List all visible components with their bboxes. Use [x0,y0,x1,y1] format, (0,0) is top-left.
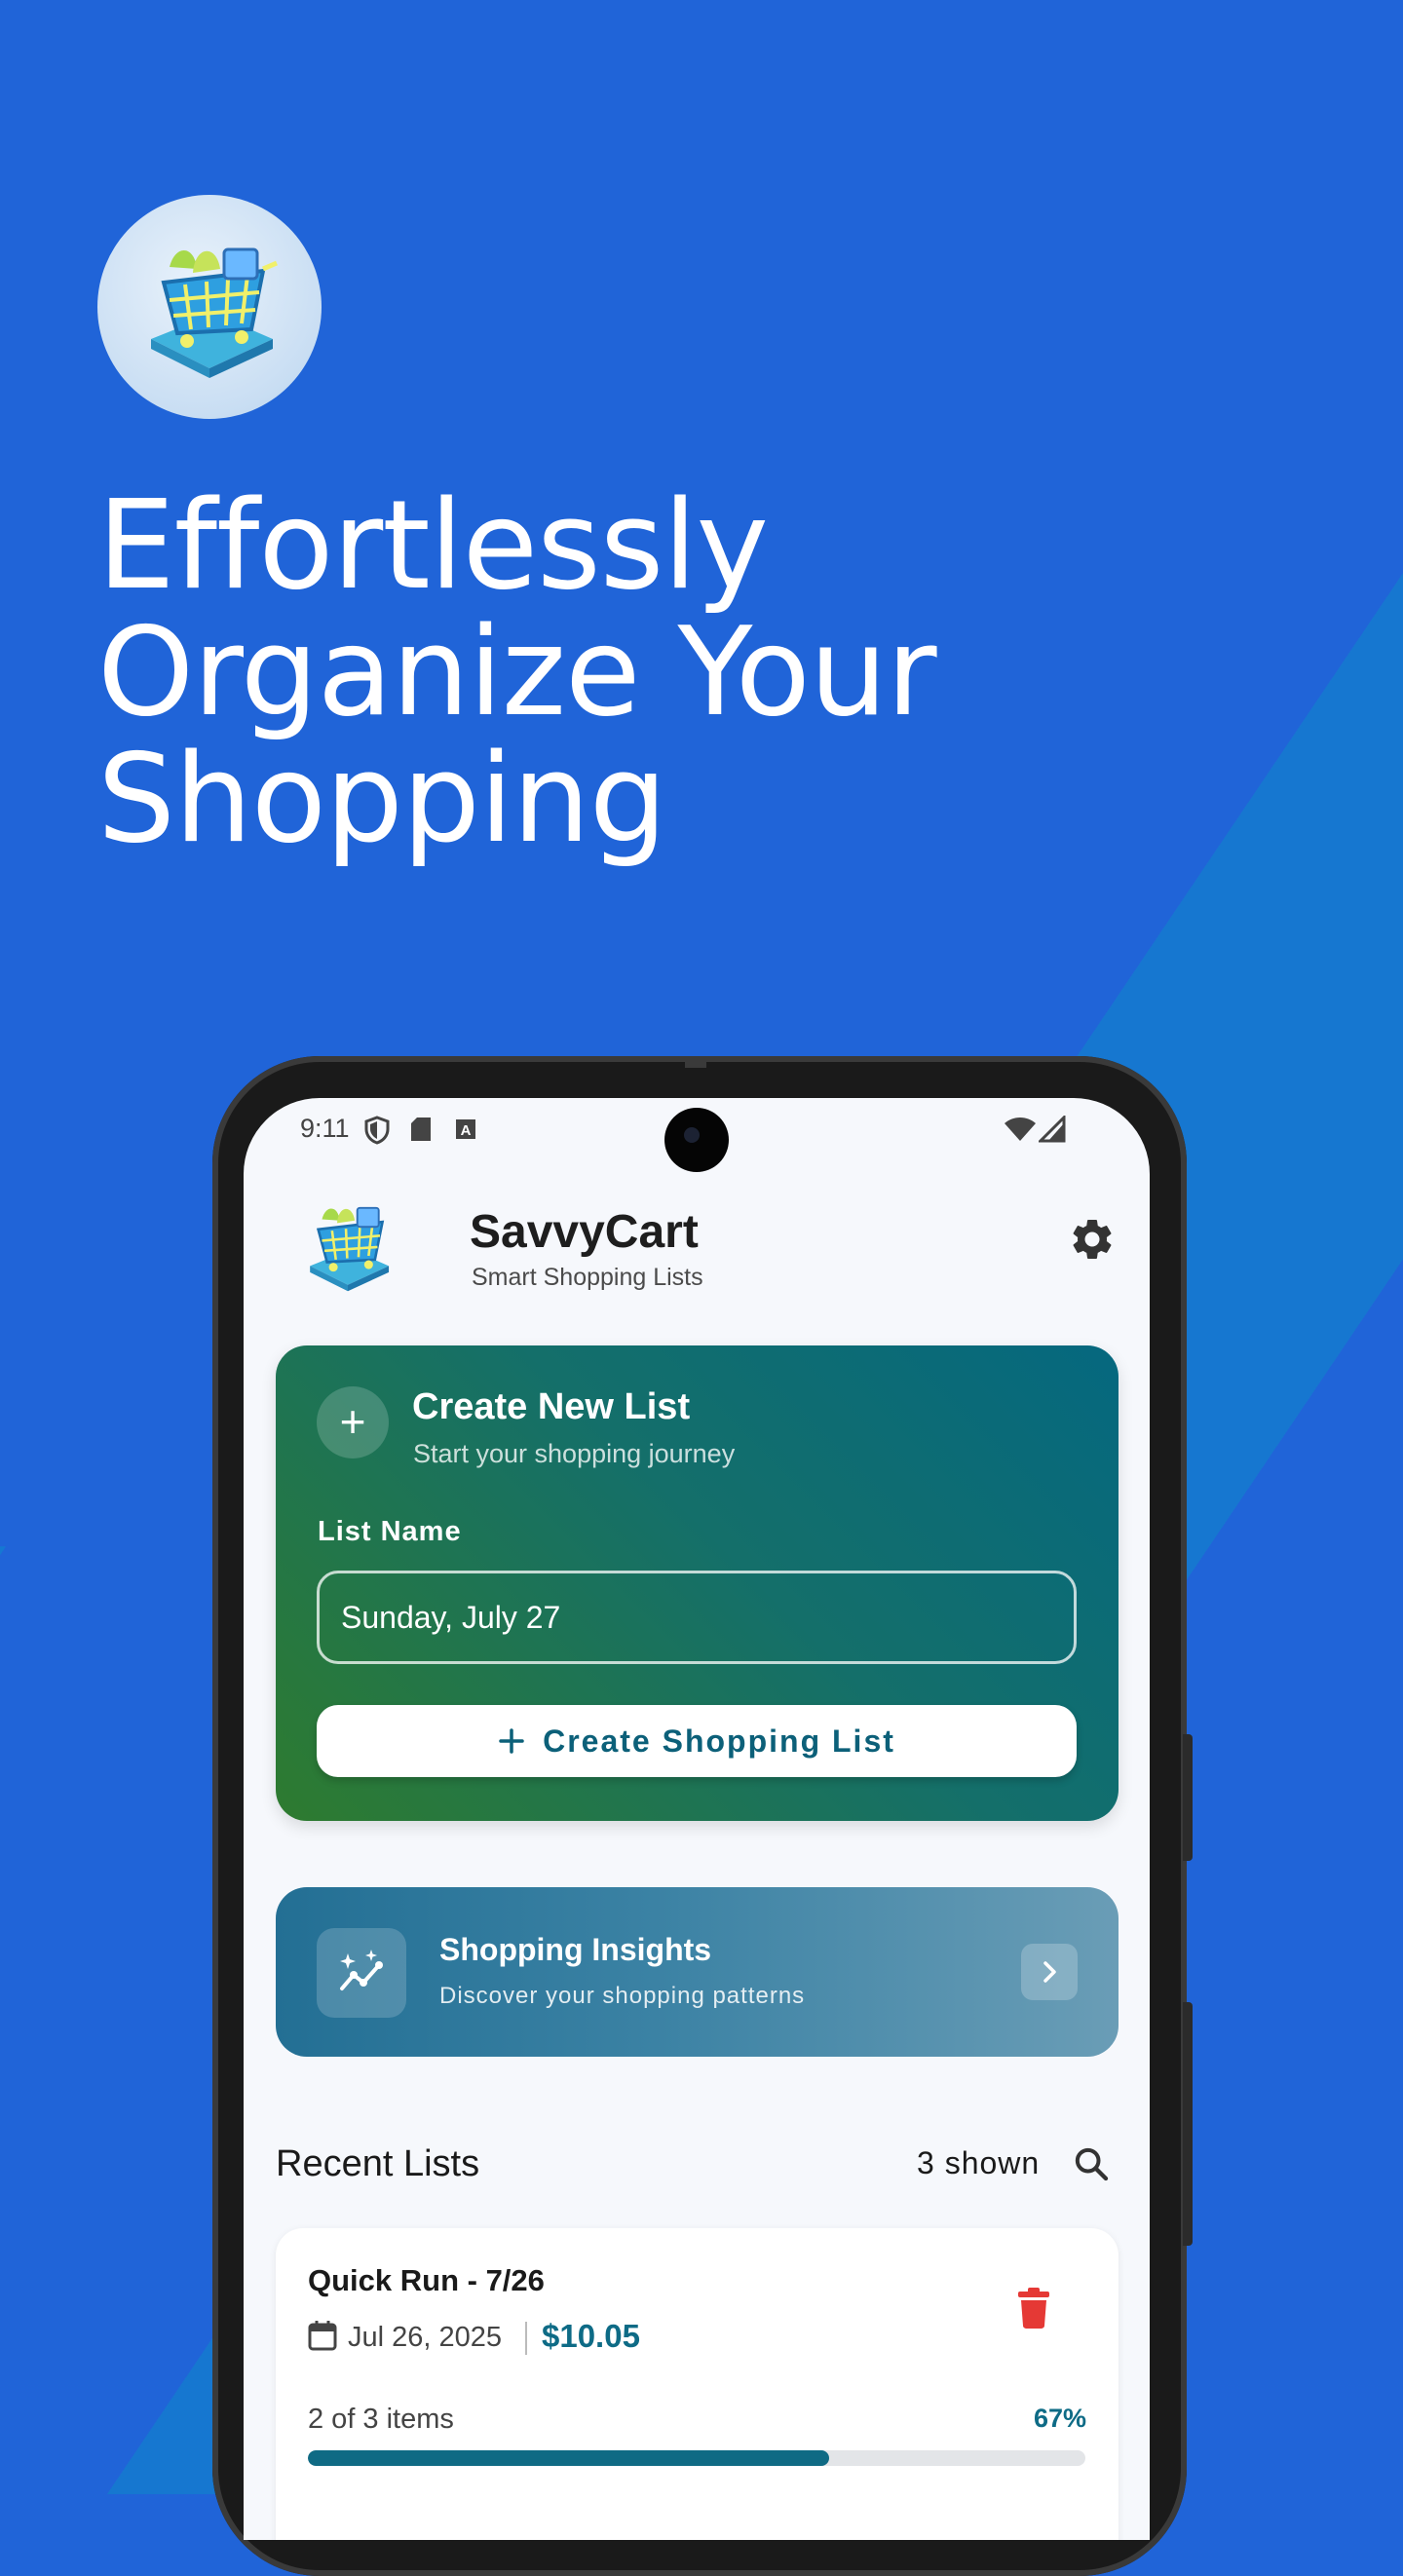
list-name-input[interactable] [317,1571,1077,1664]
list-title: Quick Run - 7/26 [308,2263,545,2297]
wifi-icon [1005,1118,1036,1141]
create-shopping-list-button[interactable]: Create Shopping List [317,1705,1077,1777]
app-title: SavvyCart [470,1206,699,1258]
a-box-icon: A [456,1119,475,1139]
progress-percent: 67% [1033,2404,1086,2433]
progress-fill [308,2450,829,2466]
gear-icon[interactable] [1068,1215,1117,1264]
list-price: $10.05 [542,2318,640,2354]
svg-text:A: A [461,1122,472,1139]
insights-subtitle: Discover your shopping patterns [439,1983,806,2009]
meta-divider [525,2322,527,2355]
list-date: Jul 26, 2025 [348,2322,503,2353]
status-bar: 9:11 A [244,1098,1150,1172]
create-list-card: + Create New List Start your shopping jo… [276,1345,1119,1821]
chevron-right-icon[interactable] [1021,1944,1078,2000]
phone-antenna-line [685,1056,706,1068]
calendar-icon [308,2321,337,2351]
phone-volume-button [1183,1734,1193,1861]
plus-icon [499,1728,524,1754]
shield-icon [364,1116,390,1145]
recent-lists-title: Recent Lists [276,2143,480,2184]
search-icon[interactable] [1072,2144,1111,2183]
delete-icon[interactable] [1014,2287,1053,2330]
signal-icon [1039,1116,1066,1143]
create-card-title: Create New List [412,1386,691,1427]
phone-screen: 9:11 A SavvyCart Smart Shopping Lists + … [244,1098,1150,2540]
plus-icon: + [317,1386,389,1458]
create-card-subtitle: Start your shopping journey [413,1439,736,1468]
shopping-insights-card[interactable]: Shopping Insights Discover your shopping… [276,1887,1119,2057]
recent-lists-count: 3 shown [917,2145,1041,2180]
items-count: 2 of 3 items [308,2404,454,2435]
app-logo-small [310,1206,390,1292]
list-name-label: List Name [318,1516,462,1547]
progress-bar [308,2450,1085,2466]
shopping-cart-icon [151,247,278,378]
front-camera [664,1108,729,1172]
sparkle-trend-icon [317,1928,406,2018]
sd-card-icon [411,1118,431,1141]
app-header: SavvyCart Smart Shopping Lists [294,1192,1112,1299]
insights-title: Shopping Insights [439,1932,712,1967]
app-tagline: Smart Shopping Lists [472,1264,703,1291]
create-button-label: Create Shopping List [543,1723,895,1759]
status-time: 9:11 [300,1114,350,1143]
app-logo [97,195,322,419]
marketing-headline: Effortlessly Organize Your Shopping [97,474,937,870]
list-item[interactable]: Quick Run - 7/26 Jul 26, 2025 $10.05 2 o… [276,2228,1119,2540]
phone-power-button [1183,2002,1193,2246]
